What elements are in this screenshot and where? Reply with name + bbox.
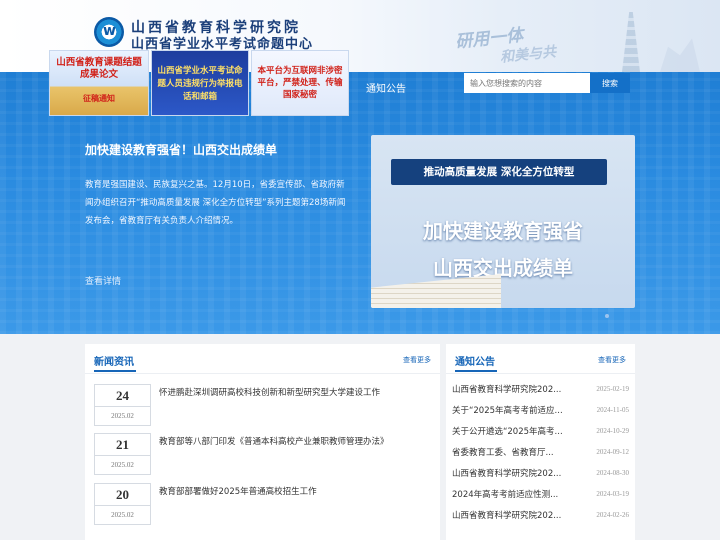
banner-research-call[interactable]: 山西省教育课题结题成果论文 征稿通知 (49, 50, 149, 116)
news-date-day: 21 (116, 437, 129, 452)
news-item[interactable]: 20 2025.02 教育部部署做好2025年普通高校招生工作 (94, 483, 434, 525)
news-more-link[interactable]: 查看更多 (403, 355, 431, 365)
banner-report-hotline[interactable]: 山西省学业水平考试命题人员违规行为举报电话和邮箱 (151, 50, 249, 116)
news-title[interactable]: 教育部等八部门印发《普通本科高校产业兼职教师管理办法》 (159, 435, 389, 447)
news-date-ym: 2025.02 (111, 461, 134, 469)
notice-date: 2024-10-29 (596, 427, 629, 435)
notice-item[interactable]: 山西省教育科学研究院202... 2025-02-19 (452, 379, 632, 399)
notice-item[interactable]: 2024年高考考前适应性测... 2024-03-19 (452, 484, 632, 504)
notice-item[interactable]: 省委教育工委、省教育厅... 2024-09-12 (452, 442, 632, 462)
notice-item[interactable]: 山西省教育科学研究院202... 2024-02-26 (452, 505, 632, 525)
feature-headline-2: 山西交出成绩单 (433, 256, 573, 280)
notice-date: 2024-08-30 (596, 469, 629, 477)
notice-title[interactable]: 关于“2025年高考考前适应... (452, 404, 564, 416)
news-panel: 新闻资讯 查看更多 24 2025.02 怀进鹏赴深圳调研高校科技创新和新型研究… (85, 344, 440, 540)
institute-logo-icon[interactable]: w (94, 17, 124, 47)
feature-image[interactable]: 推动高质量发展 深化全方位转型 加快建设教育强省 山西交出成绩单 (371, 135, 635, 308)
news-panel-title[interactable]: 新闻资讯 (94, 353, 136, 372)
carousel-dot[interactable] (605, 314, 609, 318)
mountain-illustration (660, 38, 700, 72)
notice-date: 2024-02-26 (596, 511, 629, 519)
notice-title[interactable]: 山西省教育科学研究院202... (452, 383, 564, 395)
lead-article-summary: 教育是强国建设、民族复兴之基。12月10日，省委宣传部、省政府新闻办组织召开“推… (85, 180, 346, 226)
news-date-day: 20 (116, 487, 129, 502)
notice-title[interactable]: 山西省教育科学研究院202... (452, 467, 564, 479)
banner-research-call-title: 山西省教育课题结题成果论文 (56, 57, 142, 80)
news-item[interactable]: 24 2025.02 怀进鹏赴深圳调研高校科技创新和新型研究型大学建设工作 (94, 384, 434, 426)
news-title[interactable]: 怀进鹏赴深圳调研高校科技创新和新型研究型大学建设工作 (159, 386, 380, 398)
news-date-ym: 2025.02 (111, 511, 134, 519)
notice-title[interactable]: 山西省教育科学研究院202... (452, 509, 564, 521)
notice-panel: 通知公告 查看更多 山西省教育科学研究院202... 2025-02-19 关于… (446, 344, 635, 540)
date-divider (95, 406, 150, 407)
notice-panel-title[interactable]: 通知公告 (455, 353, 497, 372)
news-date-box: 21 2025.02 (94, 433, 151, 475)
date-divider (95, 505, 150, 506)
notice-date: 2024-03-19 (596, 490, 629, 498)
lead-article-title[interactable]: 加快建设教育强省！山西交出成绩单 (85, 141, 277, 158)
view-details-link[interactable]: 查看详情 (85, 274, 121, 287)
notice-panel-header: 通知公告 查看更多 (446, 344, 635, 374)
notice-item[interactable]: 关于公开遴选“2025年高考... 2024-10-29 (452, 421, 632, 441)
feature-headline-1: 加快建设教育强省 (423, 219, 583, 243)
slogan-calligraphy-2: 和美与共 (499, 44, 557, 66)
news-panel-header: 新闻资讯 查看更多 (85, 344, 440, 374)
nav-notice-link[interactable]: 通知公告 (366, 80, 406, 95)
news-date-box: 24 2025.02 (94, 384, 151, 426)
search-button[interactable]: 搜索 (590, 73, 630, 93)
notice-more-link[interactable]: 查看更多 (598, 355, 626, 365)
notice-title[interactable]: 2024年高考考前适应性测... (452, 488, 564, 500)
pagoda-illustration (622, 12, 640, 72)
date-divider (95, 455, 150, 456)
notice-date: 2025-02-19 (596, 385, 629, 393)
news-date-box: 20 2025.02 (94, 483, 151, 525)
notice-title[interactable]: 省委教育工委、省教育厅... (452, 446, 564, 458)
banner-security-notice-text: 本平台为互联网非涉密平台，严禁处理、传输国家秘密 (257, 66, 343, 100)
search-input[interactable] (464, 73, 590, 93)
banner-report-hotline-text: 山西省学业水平考试命题人员违规行为举报电话和邮箱 (157, 66, 243, 102)
banner-security-notice[interactable]: 本平台为互联网非涉密平台，严禁处理、传输国家秘密 (251, 50, 349, 116)
notice-title[interactable]: 关于公开遴选“2025年高考... (452, 425, 564, 437)
news-item[interactable]: 21 2025.02 教育部等八部门印发《普通本科高校产业兼职教师管理办法》 (94, 433, 434, 475)
news-date-day: 24 (116, 388, 129, 403)
notice-item[interactable]: 关于“2025年高考考前适应... 2024-11-05 (452, 400, 632, 420)
feature-banner-text: 推动高质量发展 深化全方位转型 (391, 159, 607, 185)
notice-item[interactable]: 山西省教育科学研究院202... 2024-08-30 (452, 463, 632, 483)
notice-date: 2024-11-05 (596, 406, 629, 414)
banner-research-call-sub: 征稿通知 (83, 94, 115, 103)
search-bar: 搜索 (464, 73, 630, 93)
news-date-ym: 2025.02 (111, 412, 134, 420)
notice-date: 2024-09-12 (596, 448, 629, 456)
news-title[interactable]: 教育部部署做好2025年普通高校招生工作 (159, 485, 317, 497)
